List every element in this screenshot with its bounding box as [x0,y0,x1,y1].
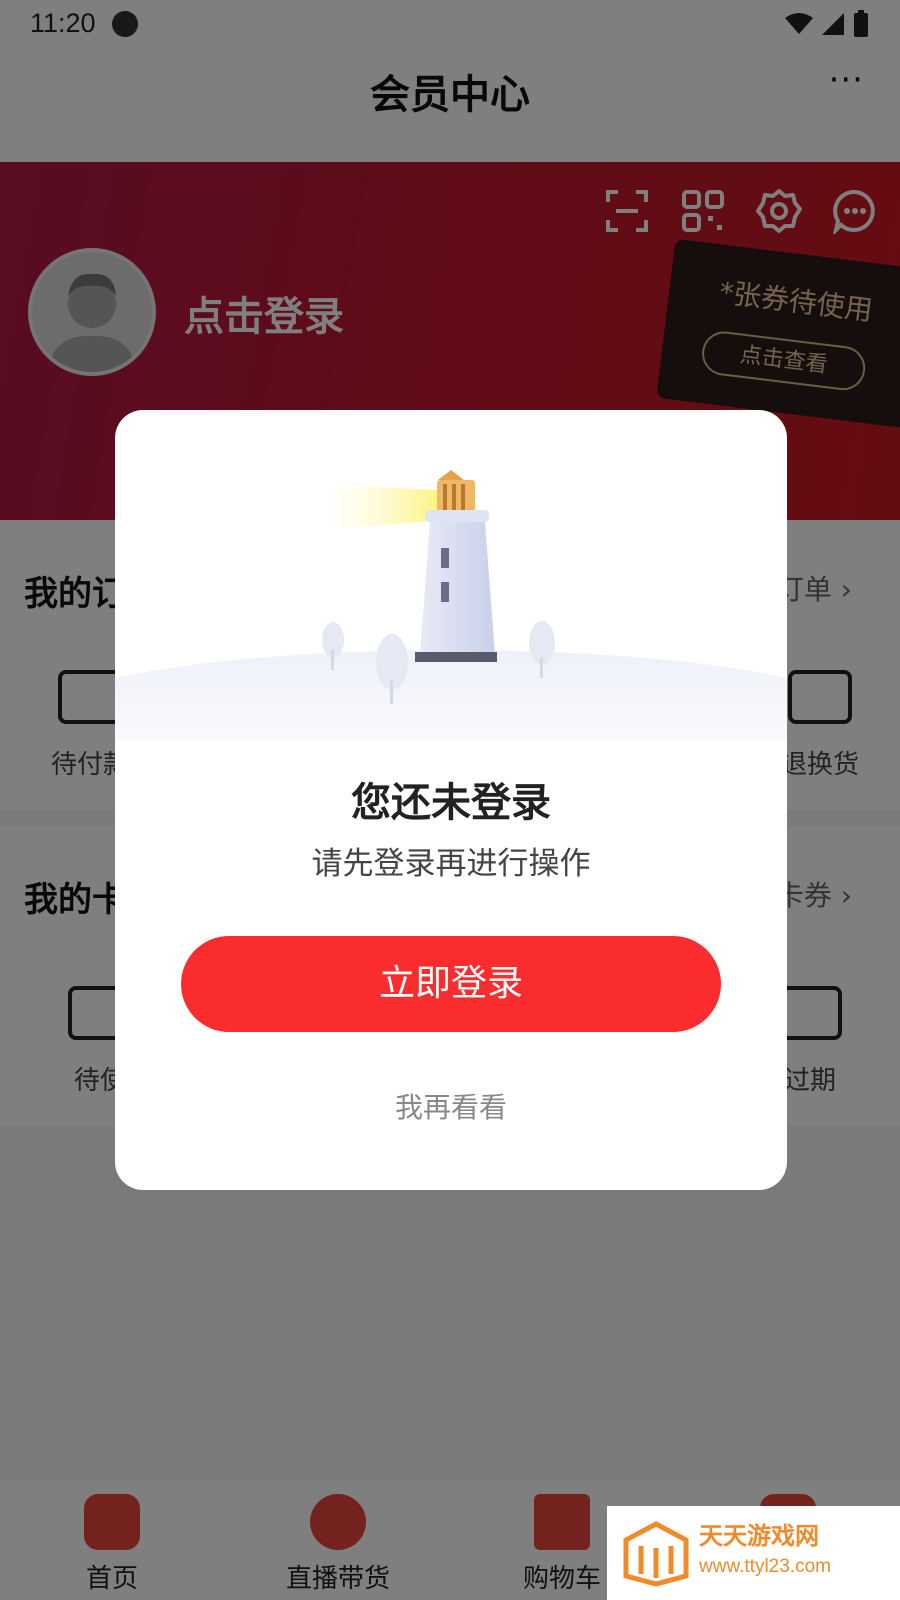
watermark-url: www.ttyl23.com [699,1556,831,1577]
lighthouse-illustration [115,470,787,740]
site-watermark: 天天游戏网 www.ttyl23.com [607,1506,900,1600]
watermark-name: 天天游戏网 [699,1522,819,1550]
watermark-logo-icon [623,1521,689,1587]
dialog-subtitle: 请先登录再进行操作 [311,846,591,882]
dialog-title: 您还未登录 [351,780,551,826]
login-now-button[interactable]: 立即登录 [181,936,721,1032]
maybe-later-button[interactable]: 我再看看 [115,1086,787,1126]
login-required-dialog: 您还未登录 请先登录再进行操作 立即登录 我再看看 [115,410,787,1190]
